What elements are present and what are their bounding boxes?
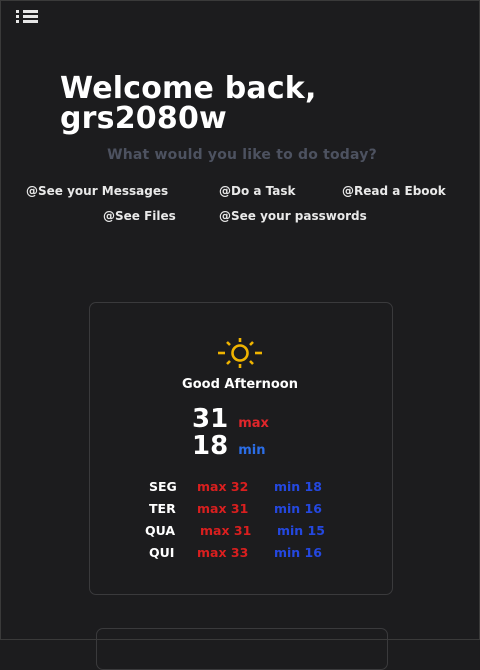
forecast-day: SEG: [149, 479, 177, 494]
current-max-value: 31: [192, 404, 229, 434]
welcome-line: Welcome back,: [60, 71, 317, 106]
link-task[interactable]: @Do a Task: [219, 184, 296, 198]
forecast-max: max 33: [197, 545, 249, 560]
next-card: [96, 628, 388, 670]
link-ebook[interactable]: @Read a Ebook: [342, 184, 446, 198]
forecast-row: QUI max 33 min 16: [149, 545, 322, 560]
forecast-min: min 16: [274, 501, 322, 516]
username: grs2080w: [60, 101, 227, 136]
current-min-label: min: [238, 443, 266, 458]
link-files[interactable]: @See Files: [103, 209, 176, 223]
forecast-max: max 31: [197, 501, 249, 516]
forecast-min: min 18: [274, 479, 322, 494]
forecast-min: min 15: [277, 523, 325, 538]
forecast-row: SEG max 32 min 18: [149, 479, 322, 494]
greeting: Good Afternoon: [182, 377, 298, 392]
forecast-max: max 31: [200, 523, 252, 538]
forecast-min: min 16: [274, 545, 322, 560]
sun-icon: [218, 338, 262, 368]
forecast-day: TER: [149, 501, 176, 516]
current-min-row: 18 min: [192, 431, 265, 461]
current-max-row: 31 max: [192, 404, 269, 434]
current-min-value: 18: [192, 431, 229, 461]
forecast-day: QUA: [145, 523, 176, 538]
current-max-label: max: [238, 416, 269, 431]
forecast-row: TER max 31 min 16: [149, 501, 322, 516]
menu-icon[interactable]: [16, 10, 42, 26]
page-subtitle: What would you like to do today?: [107, 147, 377, 163]
forecast-max: max 32: [197, 479, 249, 494]
forecast-row: QUA max 31 min 15: [145, 523, 325, 538]
link-passwords[interactable]: @See your passwords: [219, 209, 367, 223]
link-messages[interactable]: @See your Messages: [26, 184, 168, 198]
forecast-day: QUI: [149, 545, 175, 560]
welcome-title: Welcome back, grs2080w: [60, 74, 460, 134]
